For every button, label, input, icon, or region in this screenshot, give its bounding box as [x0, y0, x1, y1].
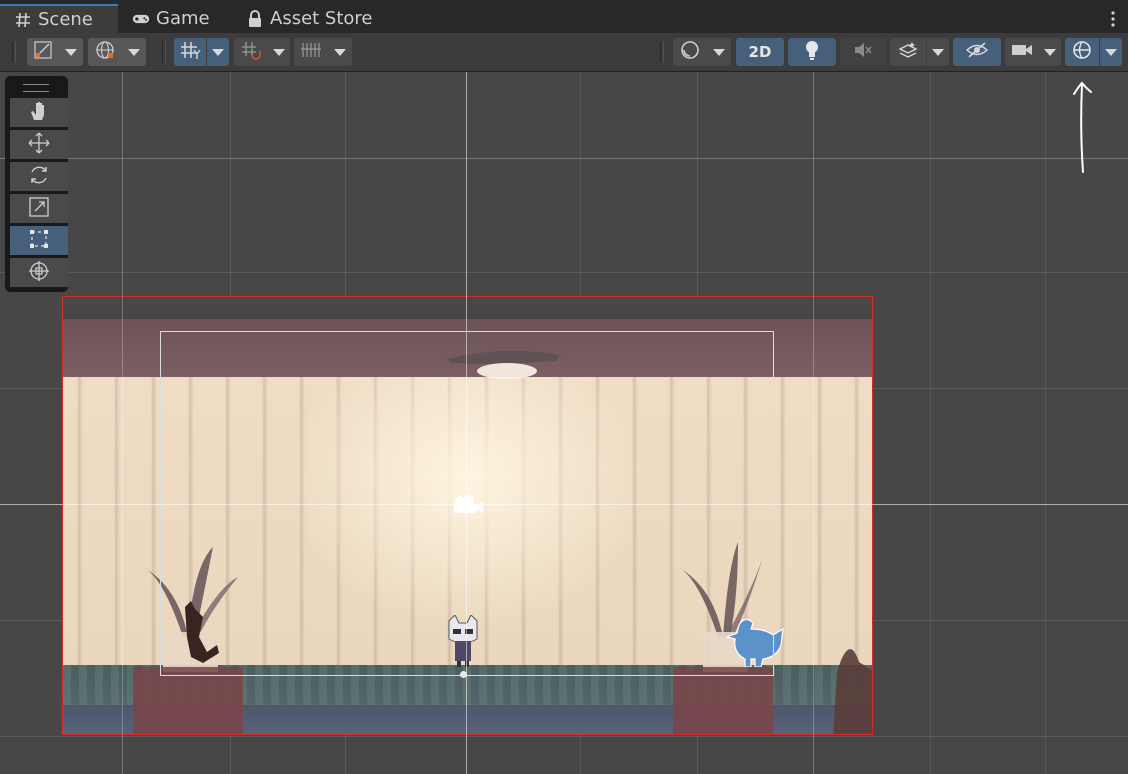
chevron-down-icon: [932, 48, 944, 56]
draw-mode-dropdown[interactable]: [27, 38, 83, 66]
tab-scene[interactable]: Scene: [0, 4, 118, 33]
gizmos-globe-icon: [1071, 39, 1093, 65]
increment-snap-icon: [240, 40, 262, 64]
shading-sphere-icon: [679, 39, 701, 65]
chevron-down-icon: [272, 48, 285, 56]
tools-overlay: [5, 76, 68, 292]
transform-icon: [27, 259, 51, 287]
rotate-tool-button[interactable]: [10, 162, 68, 191]
globe-icon: [94, 39, 116, 65]
gizmos-dropdown[interactable]: [1100, 38, 1122, 66]
chevron-down-icon: [334, 48, 346, 56]
video-camera-icon: [1011, 42, 1033, 62]
tab-asset-store[interactable]: Asset Store: [232, 4, 392, 33]
chevron-down-icon: [212, 48, 224, 56]
rect-tool-button[interactable]: [10, 226, 68, 255]
eye-hidden-icon: [965, 41, 989, 63]
scale-icon: [28, 196, 50, 222]
grid-snap-dropdown[interactable]: [207, 38, 229, 66]
grid-line: [0, 272, 1128, 273]
tab-label: Asset Store: [270, 8, 373, 29]
gizmos-toggle[interactable]: [1065, 38, 1099, 66]
editor-tab-bar: Scene Game Asset Store: [0, 0, 1128, 33]
rect-icon: [28, 228, 50, 254]
grid-line: [0, 158, 1128, 159]
camera-settings-dropdown[interactable]: [1005, 38, 1061, 66]
scene-toolbar: 2D: [0, 33, 1128, 72]
chevron-down-icon: [128, 48, 140, 56]
grid-snap-icon: [179, 40, 201, 64]
tab-label: Scene: [38, 9, 93, 30]
grid-line: [122, 72, 123, 774]
audio-toggle[interactable]: [840, 38, 886, 66]
camera-gizmo-icon[interactable]: [452, 494, 484, 516]
chevron-down-icon: [713, 48, 725, 56]
chevron-down-icon: [1043, 48, 1056, 56]
more-menu-icon[interactable]: [1110, 10, 1116, 28]
grid-line: [1045, 72, 1046, 774]
grid-visibility-icon: [300, 40, 322, 64]
2d-mode-toggle[interactable]: 2D: [736, 38, 784, 66]
move-icon: [27, 131, 51, 159]
hash-icon: [14, 11, 32, 29]
scene-visibility-toggle[interactable]: [953, 38, 1001, 66]
2d-mode-label: 2D: [748, 43, 772, 61]
draw-mode-icon: [33, 40, 53, 64]
rotate-icon: [27, 163, 51, 191]
lock-icon: [246, 9, 264, 28]
effects-dropdown[interactable]: [927, 38, 949, 66]
scale-tool-button[interactable]: [10, 194, 68, 223]
chevron-down-icon: [1105, 48, 1117, 56]
toolbar-grip[interactable]: [660, 41, 664, 63]
hand-icon: [28, 100, 50, 126]
grid-snap-toggle[interactable]: [174, 38, 206, 66]
tab-label: Game: [156, 8, 210, 29]
speaker-muted-icon: [853, 41, 873, 63]
global-local-dropdown[interactable]: [88, 38, 146, 66]
gamepad-icon: [132, 10, 150, 28]
scene-viewport[interactable]: [0, 72, 1128, 774]
grid-line: [813, 72, 814, 774]
tab-game[interactable]: Game: [118, 4, 238, 33]
lighting-toggle[interactable]: [788, 38, 836, 66]
increment-snap-dropdown[interactable]: [234, 38, 290, 66]
annotation-arrow: [1073, 81, 1092, 173]
chevron-down-icon: [65, 48, 77, 56]
transform-tool-button[interactable]: [10, 258, 68, 287]
hand-tool-button[interactable]: [10, 98, 68, 127]
dark-prop: [833, 649, 872, 734]
grid-line: [930, 72, 931, 774]
effects-layers-icon: [897, 40, 919, 64]
overlay-drag-handle[interactable]: [23, 84, 49, 92]
lightbulb-icon: [804, 39, 820, 65]
move-tool-button[interactable]: [10, 130, 68, 159]
toolbar-grip[interactable]: [12, 41, 16, 63]
grid-line: [0, 736, 1128, 737]
pivot-handle[interactable]: [460, 671, 467, 678]
toolbar-grip[interactable]: [162, 41, 166, 63]
effects-toggle[interactable]: [890, 38, 926, 66]
shading-mode-dropdown[interactable]: [673, 38, 731, 66]
grid-visibility-dropdown[interactable]: [294, 38, 352, 66]
